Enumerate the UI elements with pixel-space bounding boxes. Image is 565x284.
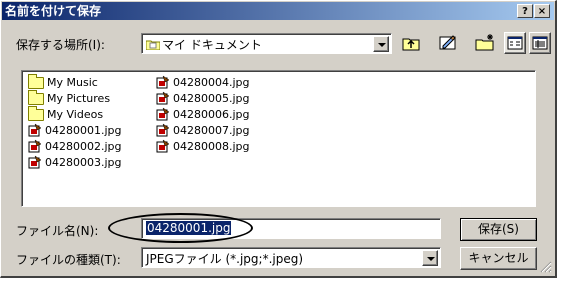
list-item-label: 04280007.jpg [173,124,250,137]
list-item-my-videos[interactable]: My Videos [28,106,104,122]
list-item-label: 04280002.jpg [45,140,122,153]
new-folder-button[interactable] [474,32,496,54]
documents-folder-icon [145,39,161,53]
list-item-label: 04280005.jpg [173,92,250,105]
list-item-label: 04280008.jpg [173,140,250,153]
filename-label: ファイル名(N): [16,224,99,238]
jpeg-file-icon [28,139,42,153]
help-button[interactable]: ? [517,4,533,18]
new-folder-icon [474,34,496,57]
details-view-icon [530,36,550,56]
list-item-label: My Videos [47,108,104,121]
filetype-combo[interactable]: JPEGファイル (*.jpg;*.jpeg) [141,247,441,268]
list-item[interactable]: 04280003.jpg [28,155,122,170]
list-item[interactable]: 04280008.jpg [156,139,250,154]
jpeg-file-icon [156,139,170,153]
list-item-label: 04280004.jpg [173,76,250,89]
location-combo[interactable]: マイ ドキュメント [141,33,392,54]
jpeg-file-icon [28,123,42,137]
file-list[interactable]: My Music My Pictures My Videos 04280001.… [21,70,536,207]
desktop-icon [437,35,459,57]
list-view-icon [505,36,525,56]
cancel-button[interactable]: キャンセル [460,247,537,270]
details-view-button[interactable] [529,32,551,54]
list-item[interactable]: 04280001.jpg [28,123,122,138]
filetype-label: ファイルの種類(T): [16,253,121,267]
desktop-button[interactable] [437,32,459,54]
folder-icon [28,90,44,105]
list-item[interactable]: 04280007.jpg [156,123,250,138]
list-item-label: My Music [47,76,98,89]
resize-grip-icon[interactable] [540,261,552,273]
list-view-button[interactable] [504,32,526,54]
list-item[interactable]: 04280004.jpg [156,75,250,90]
list-item-my-pictures[interactable]: My Pictures [28,90,111,106]
location-value: マイ ドキュメント [162,38,262,52]
jpeg-file-icon [28,155,42,169]
save-button[interactable]: 保存(S) [460,218,537,241]
jpeg-file-icon [156,75,170,89]
list-item[interactable]: 04280005.jpg [156,91,250,106]
save-as-dialog: 名前を付けて保存 ? × 保存する場所(I): マイ ドキュメント My Mus… [0,0,557,278]
title-bar[interactable]: 名前を付けて保存 ? × [2,2,554,20]
filetype-dropdown-button[interactable] [422,250,438,266]
folder-icon [28,74,44,89]
up-folder-button[interactable] [400,32,422,54]
highlight-oval [108,213,253,243]
jpeg-file-icon [156,91,170,105]
up-folder-icon [400,38,422,57]
jpeg-file-icon [156,107,170,121]
folder-icon [28,106,44,121]
list-item-my-music[interactable]: My Music [28,74,98,90]
window-title: 名前を付けて保存 [5,4,102,18]
list-item[interactable]: 04280006.jpg [156,107,250,122]
list-item-label: 04280003.jpg [45,156,122,169]
close-button[interactable]: × [534,4,550,18]
location-label: 保存する場所(I): [16,38,105,52]
list-item-label: My Pictures [47,92,111,105]
filetype-value: JPEGファイル (*.jpg;*.jpeg) [146,252,304,266]
list-item-label: 04280006.jpg [173,108,250,121]
location-dropdown-button[interactable] [373,36,389,52]
list-item[interactable]: 04280002.jpg [28,139,122,154]
list-item-label: 04280001.jpg [45,124,122,137]
jpeg-file-icon [156,123,170,137]
